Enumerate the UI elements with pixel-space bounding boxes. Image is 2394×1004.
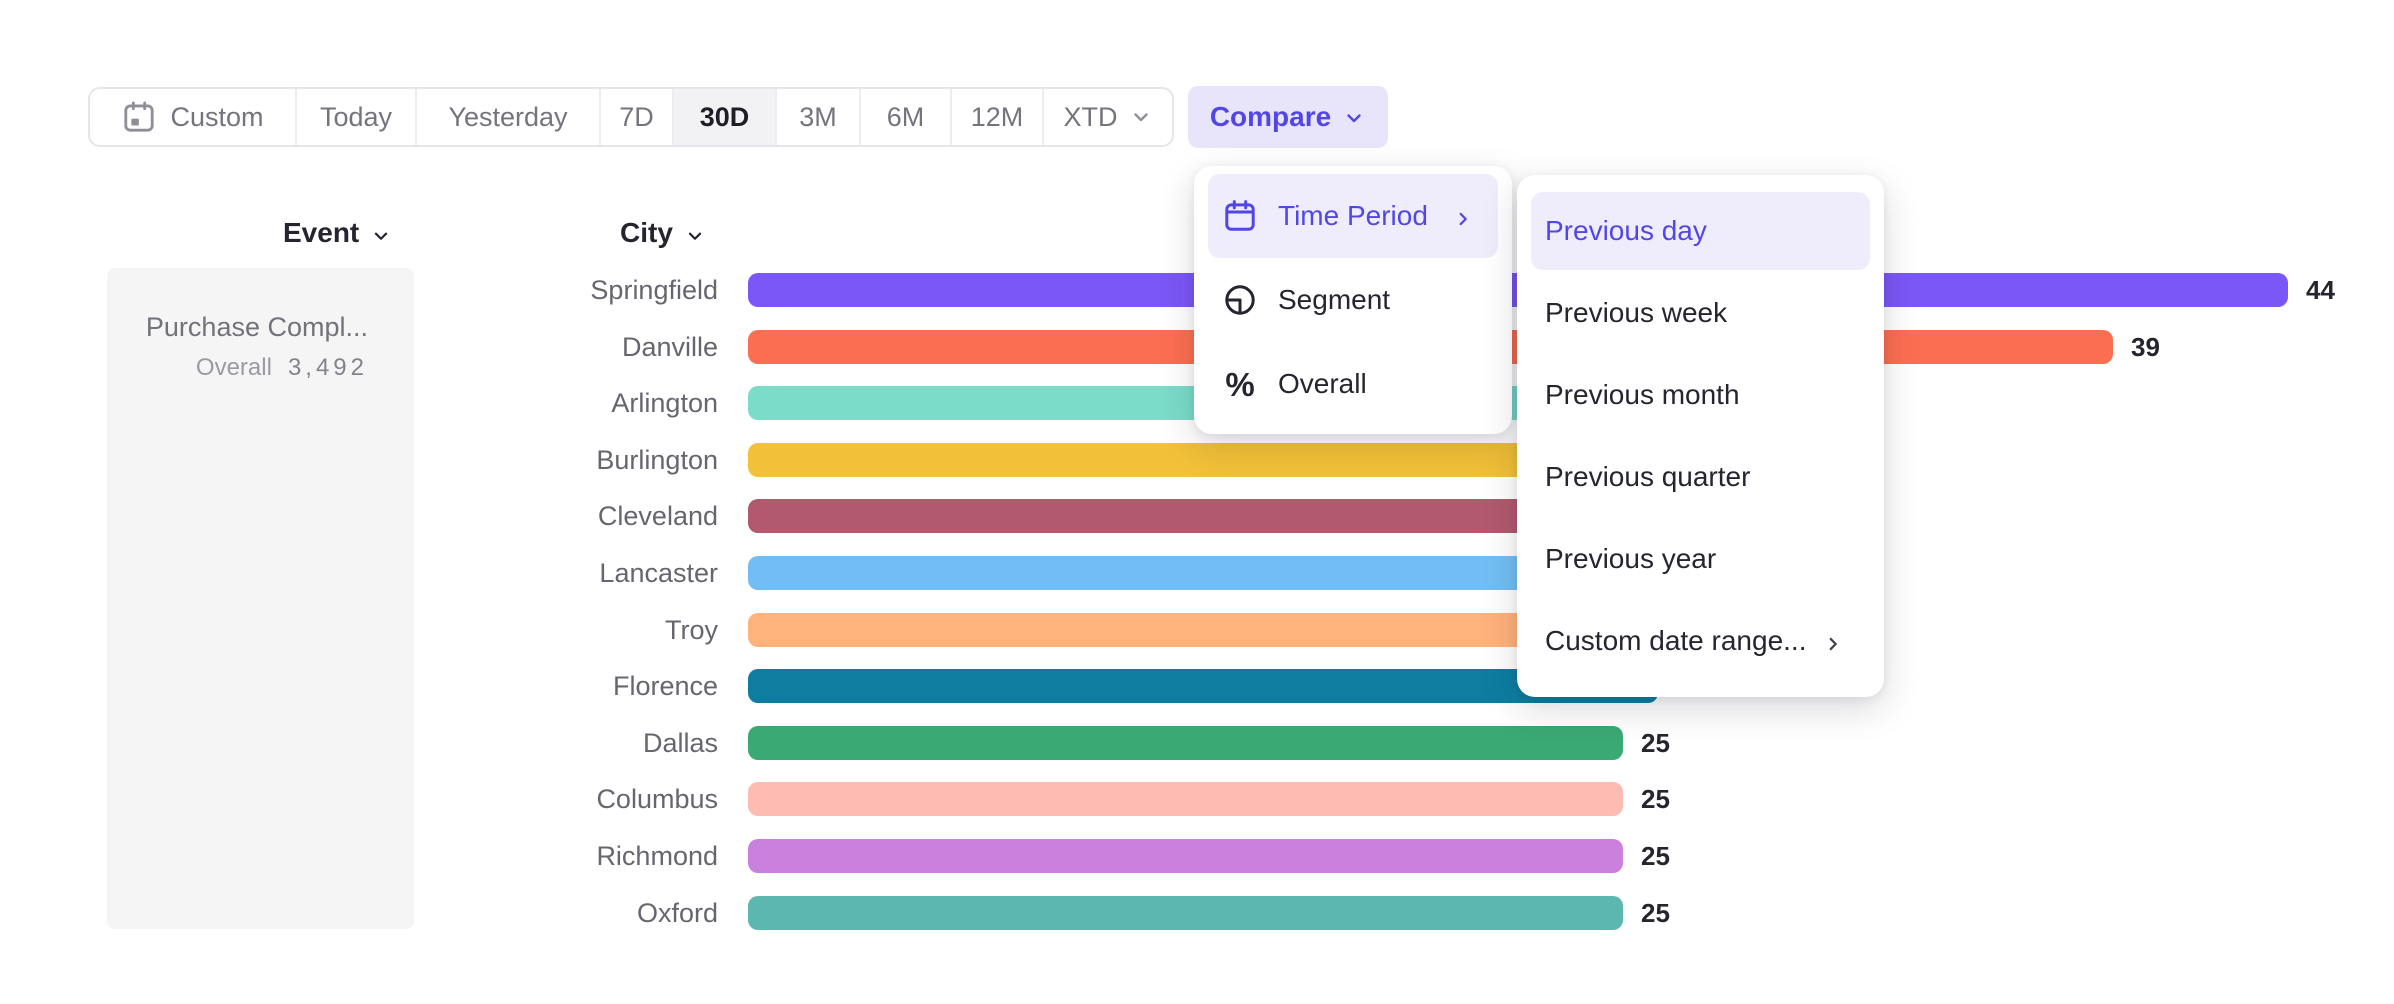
submenu-item-previous-quarter[interactable]: Previous quarter [1531,438,1870,516]
date-range-segmented-control: Custom Today Yesterday 7D 30D 3M 6M 12M XTD [88,87,1174,147]
chevron-down-icon [1342,105,1366,129]
bar-label-cleveland: Cleveland [428,499,718,533]
analytics-report: Custom Today Yesterday 7D 30D 3M 6M 12M XTD Comp… [0,0,2394,1004]
bar-dallas[interactable] [748,726,1623,760]
city-column-header[interactable]: City [620,214,706,252]
segment-icon [1222,282,1258,318]
bar-columbus[interactable] [748,782,1623,816]
date-range-label: Custom [170,102,263,133]
compare-button-label: Compare [1210,101,1331,133]
bar-label-danville: Danville [428,330,718,364]
submenu-item-label: Previous year [1545,543,1716,575]
submenu-item-label: Previous week [1545,297,1727,329]
submenu-item-previous-year[interactable]: Previous year [1531,520,1870,598]
calendar-icon [121,99,157,135]
submenu-item-previous-day[interactable]: Previous day [1531,192,1870,270]
bar-label-springfield: Springfield [428,273,718,307]
chevron-down-icon [684,222,706,244]
submenu-item-label: Custom date range... [1545,625,1806,657]
city-header-label: City [620,217,673,249]
chevron-right-icon [1452,205,1474,227]
submenu-item-custom-date-range[interactable]: Custom date range... [1531,602,1870,680]
submenu-item-label: Previous quarter [1545,461,1750,493]
date-range-xtd[interactable]: XTD [1044,89,1172,145]
time-period-submenu: Previous day Previous week Previous month P… [1517,175,1884,697]
bar-value-columbus: 25 [1641,782,1670,816]
date-range-label: XTD [1064,102,1118,133]
menu-item-time-period[interactable]: Time Period [1208,174,1498,258]
event-name: Purchase Compl... [125,310,368,344]
event-metric: Overall 3,492 [125,353,368,383]
date-range-today[interactable]: Today [297,89,417,145]
submenu-item-label: Previous day [1545,215,1707,247]
bar-richmond[interactable] [748,839,1623,873]
date-range-label: 12M [971,102,1024,133]
date-range-label: 7D [619,102,654,133]
bar-label-burlington: Burlington [428,443,718,477]
menu-item-label: Overall [1278,368,1367,400]
bar-label-troy: Troy [428,613,718,647]
menu-item-label: Segment [1278,284,1390,316]
date-range-label: 6M [887,102,925,133]
menu-item-label: Time Period [1278,200,1428,232]
bar-value-richmond: 25 [1641,839,1670,873]
submenu-item-previous-month[interactable]: Previous month [1531,356,1870,434]
bar-value-springfield: 44 [2306,273,2335,307]
date-range-6m[interactable]: 6M [861,89,952,145]
date-range-custom[interactable]: Custom [90,89,297,145]
bar-label-columbus: Columbus [428,782,718,816]
date-range-7d[interactable]: 7D [601,89,674,145]
date-range-label: Today [320,102,392,133]
calendar-icon [1222,198,1258,234]
bar-oxford[interactable] [748,896,1623,930]
chevron-down-icon [370,222,392,244]
submenu-item-label: Previous month [1545,379,1740,411]
event-column-header[interactable]: Event [283,214,392,252]
compare-dropdown-menu: Time Period Segment% Overall [1194,166,1512,434]
menu-item-overall[interactable]: % Overall [1208,342,1498,426]
date-range-12m[interactable]: 12M [952,89,1044,145]
compare-button[interactable]: Compare [1188,86,1388,148]
percent-icon: % [1222,366,1258,402]
menu-item-segment[interactable]: Segment [1208,258,1498,342]
chevron-right-icon [1822,630,1844,652]
bar-label-oxford: Oxford [428,896,718,930]
submenu-item-previous-week[interactable]: Previous week [1531,274,1870,352]
bar-value-dallas: 25 [1641,726,1670,760]
event-card[interactable]: Purchase Compl... Overall 3,492 [107,268,414,929]
date-range-label: 30D [700,102,750,133]
bar-label-dallas: Dallas [428,726,718,760]
date-range-3m[interactable]: 3M [777,89,861,145]
date-range-label: Yesterday [448,102,567,133]
event-metric-value: 3,492 [288,354,368,381]
bar-label-florence: Florence [428,669,718,703]
bar-label-richmond: Richmond [428,839,718,873]
bar-value-oxford: 25 [1641,896,1670,930]
date-range-30d[interactable]: 30D [674,89,777,145]
date-range-yesterday[interactable]: Yesterday [417,89,601,145]
event-header-label: Event [283,217,359,249]
chevron-down-icon [1129,105,1153,129]
bar-value-danville: 39 [2131,330,2160,364]
date-range-label: 3M [799,102,837,133]
event-metric-label: Overall [196,354,272,381]
bar-label-arlington: Arlington [428,386,718,420]
bar-label-lancaster: Lancaster [428,556,718,590]
